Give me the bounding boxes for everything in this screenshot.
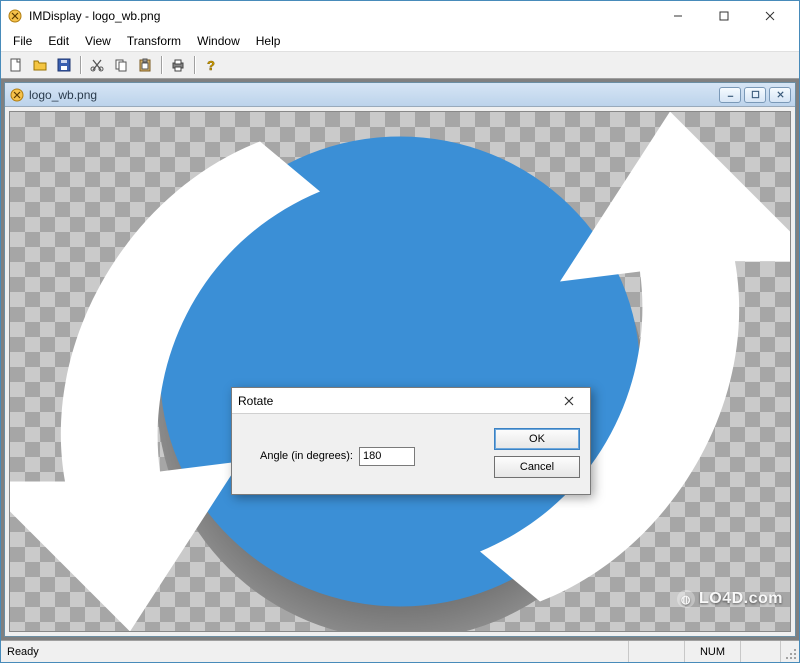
close-button[interactable] xyxy=(747,1,793,31)
status-empty-1 xyxy=(629,641,685,662)
dialog-buttons: OK Cancel xyxy=(494,428,580,478)
save-disk-icon[interactable] xyxy=(53,54,75,76)
toolbar: ? xyxy=(1,51,799,79)
maximize-button[interactable] xyxy=(701,1,747,31)
main-window: IMDisplay - logo_wb.png File Edit View T… xyxy=(0,0,800,663)
statusbar: Ready NUM xyxy=(1,640,799,662)
menu-transform[interactable]: Transform xyxy=(119,32,189,50)
toolbar-separator xyxy=(77,54,84,76)
svg-text:?: ? xyxy=(207,58,215,73)
minimize-button[interactable] xyxy=(655,1,701,31)
angle-input[interactable] xyxy=(359,447,415,466)
paste-clipboard-icon[interactable] xyxy=(134,54,156,76)
ok-button-label: OK xyxy=(529,433,545,445)
status-ready: Ready xyxy=(1,641,629,662)
dialog-body: Angle (in degrees): OK Cancel xyxy=(232,414,590,494)
document-minimize-button[interactable] xyxy=(719,87,741,103)
rotate-dialog: Rotate Angle (in degrees): OK Cancel xyxy=(231,387,591,495)
document-titlebar[interactable]: logo_wb.png xyxy=(5,83,795,107)
toolbar-separator xyxy=(191,54,198,76)
transparency-checkerboard xyxy=(9,111,791,632)
menubar: File Edit View Transform Window Help xyxy=(1,31,799,51)
ok-button[interactable]: OK xyxy=(494,428,580,450)
status-numlock: NUM xyxy=(685,641,741,662)
status-empty-2 xyxy=(741,641,781,662)
image-content xyxy=(10,112,790,631)
document-title: logo_wb.png xyxy=(29,88,719,102)
toolbar-separator xyxy=(158,54,165,76)
cancel-button-label: Cancel xyxy=(520,461,554,473)
dialog-field-row: Angle (in degrees): xyxy=(242,428,480,478)
document-maximize-button[interactable] xyxy=(744,87,766,103)
document-window-controls xyxy=(719,87,791,103)
document-close-button[interactable] xyxy=(769,87,791,103)
mdi-client-area: logo_wb.png xyxy=(1,79,799,640)
resize-grip[interactable] xyxy=(781,641,799,662)
dialog-close-button[interactable] xyxy=(554,390,584,412)
titlebar: IMDisplay - logo_wb.png xyxy=(1,1,799,31)
dialog-title: Rotate xyxy=(238,394,554,408)
cancel-button[interactable]: Cancel xyxy=(494,456,580,478)
menu-help[interactable]: Help xyxy=(248,32,289,50)
help-question-icon[interactable]: ? xyxy=(200,54,222,76)
document-window: logo_wb.png xyxy=(4,82,796,637)
menu-view[interactable]: View xyxy=(77,32,119,50)
window-controls xyxy=(655,1,793,31)
dialog-titlebar[interactable]: Rotate xyxy=(232,388,590,414)
document-icon xyxy=(9,87,25,103)
menu-edit[interactable]: Edit xyxy=(40,32,77,50)
open-folder-icon[interactable] xyxy=(29,54,51,76)
app-icon xyxy=(7,8,23,24)
new-file-icon[interactable] xyxy=(5,54,27,76)
copy-icon[interactable] xyxy=(110,54,132,76)
menu-file[interactable]: File xyxy=(5,32,40,50)
angle-label: Angle (in degrees): xyxy=(242,450,353,462)
menu-window[interactable]: Window xyxy=(189,32,248,50)
window-title: IMDisplay - logo_wb.png xyxy=(29,9,655,23)
cut-scissors-icon[interactable] xyxy=(86,54,108,76)
print-icon[interactable] xyxy=(167,54,189,76)
document-canvas[interactable]: Rotate Angle (in degrees): OK Cancel xyxy=(5,107,795,636)
